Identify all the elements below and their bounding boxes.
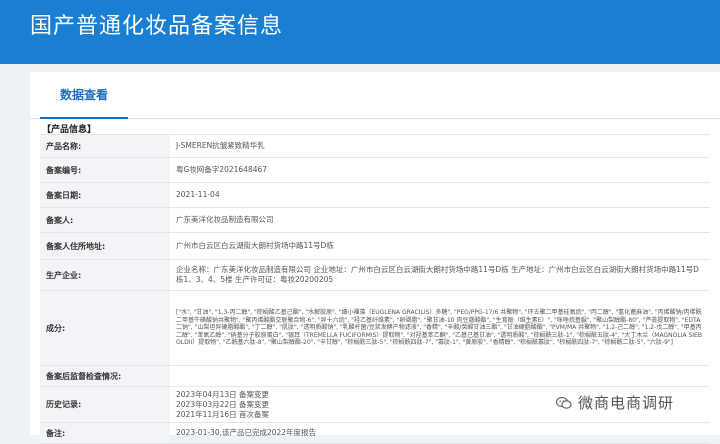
row-label: 备案后监督检查情况: (40, 366, 170, 386)
row-label: 成分: (40, 291, 170, 365)
row-label: 备案人住所地址: (40, 233, 170, 259)
row-label: 历史记录: (40, 387, 170, 422)
chat-bubble-icon (556, 396, 572, 409)
row-record-no: 备案编号: 粤G妆网备字2021648467 (40, 158, 710, 183)
row-product-name: 产品名称: J-SMEREN抗皱紧致精华乳 (40, 135, 710, 158)
row-registrant: 备案人: 广东美洋化妆品制造有限公司 (40, 208, 710, 233)
post-check-value (170, 366, 710, 386)
row-label: 备注: (40, 423, 170, 443)
row-record-date: 备案日期: 2021-11-04 (40, 183, 710, 208)
row-label: 备案日期: (40, 183, 170, 207)
row-label: 备案编号: (40, 158, 170, 182)
address-value: 广州市白云区白云湖街大朗村货场中路11号D栋 (176, 241, 334, 250)
ingredients-value: ["水", "甘油", "1,3-丙二醇", "棕榈酸乙基己酯", "水解胶原"… (176, 309, 702, 347)
notes-value: 2023-01-30,该产品已完成2022年度报告 (176, 428, 317, 437)
history-item: 2023年04月13日 备案变更 (176, 389, 270, 399)
row-address: 备案人住所地址: 广州市白云区白云湖街大朗村货场中路11号D栋 (40, 233, 710, 260)
history-item: 2023年03月22日 备案变更 (176, 399, 270, 409)
content-panel: 数据查看 【产品信息】 产品名称: J-SMEREN抗皱紧致精华乳 备案编号: … (30, 72, 720, 444)
product-name-value: J-SMEREN抗皱紧致精华乳 (176, 141, 265, 150)
manufacturer-value: 企业名称：广东美洋化妆品制造有限公司 企业地址：广州市白云区白云湖街大朗村货场中… (176, 265, 699, 284)
row-ingredients: 成分: ["水", "甘油", "1,3-丙二醇", "棕榈酸乙基己酯", "水… (40, 291, 710, 366)
watermark-text: 微商电商调研 (578, 394, 675, 412)
row-manufacturer: 生产企业: 企业名称：广东美洋化妆品制造有限公司 企业地址：广州市白云区白云湖街… (40, 260, 710, 291)
row-post-check: 备案后监督检查情况: (40, 366, 710, 387)
tab-data-view[interactable]: 数据查看 (40, 72, 128, 119)
page-title: 国产普通化妆品备案信息 (30, 14, 284, 39)
row-label: 产品名称: (40, 135, 170, 157)
tab-bar: 数据查看 (30, 72, 720, 119)
history-item: 2021年11月16日 首次备案 (176, 409, 270, 419)
record-no-value: 粤G妆网备字2021648467 (176, 165, 268, 174)
record-date-value: 2021-11-04 (176, 190, 220, 199)
header-banner: 国产普通化妆品备案信息 (0, 0, 720, 64)
watermark: 微商电商调研 (556, 392, 674, 413)
registrant-value: 广东美洋化妆品制造有限公司 (176, 215, 274, 224)
row-label: 生产企业: (40, 260, 170, 290)
row-label: 备案人: (40, 208, 170, 232)
row-notes: 备注: 2023-01-30,该产品已完成2022年度报告 (40, 423, 710, 444)
